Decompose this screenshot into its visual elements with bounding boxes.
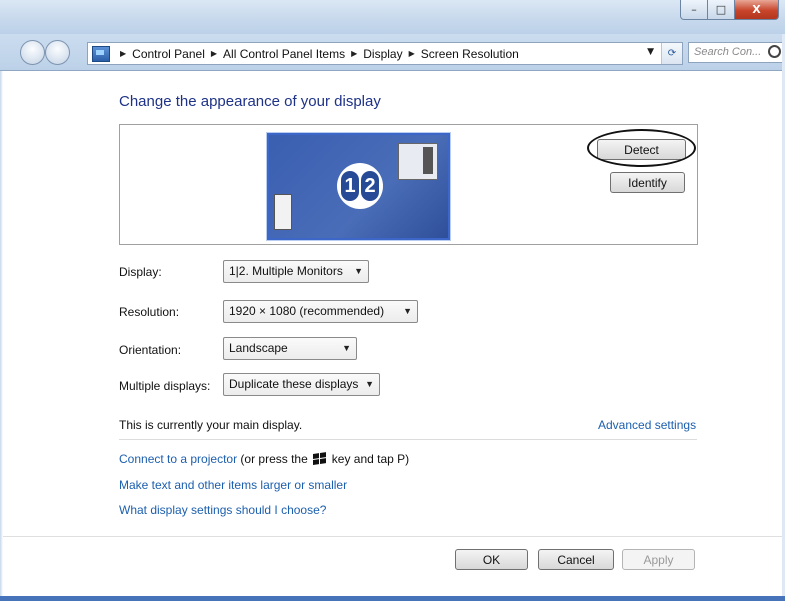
- refresh-icon[interactable]: ⟳: [661, 43, 682, 64]
- address-bar[interactable]: ▶ Control Panel ▶ All Control Panel Item…: [87, 42, 683, 65]
- chevron-down-icon: ▼: [403, 306, 412, 316]
- connect-projector-link[interactable]: Connect to a projector: [119, 452, 237, 466]
- text-size-link[interactable]: Make text and other items larger or smal…: [119, 478, 347, 492]
- chevron-down-icon: ▼: [354, 266, 363, 276]
- projector-text-before: (or press the: [240, 452, 308, 466]
- chevron-down-icon: ▼: [342, 343, 351, 353]
- window-thumbnail-icon: [398, 143, 438, 180]
- cancel-button[interactable]: Cancel: [538, 549, 614, 570]
- detect-highlight-ellipse: [587, 129, 696, 167]
- monitor-number-badge: 12: [337, 163, 383, 209]
- navigation-bar: ▶ Control Panel ▶ All Control Panel Item…: [0, 34, 785, 71]
- projector-line: Connect to a projector (or press the key…: [119, 452, 409, 466]
- resolution-label: Resolution:: [119, 305, 180, 319]
- forward-button[interactable]: [45, 40, 70, 65]
- window-bottom-border: [0, 596, 785, 601]
- control-panel-icon: [92, 45, 110, 62]
- main-display-note: This is currently your main display.: [119, 418, 303, 432]
- close-button[interactable]: X: [735, 0, 779, 20]
- chevron-down-icon: ▼: [365, 379, 374, 389]
- display-help-link[interactable]: What display settings should I choose?: [119, 503, 326, 517]
- orientation-select[interactable]: Landscape ▼: [223, 337, 357, 360]
- window-left-border: [0, 71, 3, 601]
- minimize-button[interactable]: –: [680, 0, 708, 20]
- breadcrumb-all-items[interactable]: All Control Panel Items: [223, 47, 345, 61]
- monitor-number-2: 2: [361, 171, 379, 201]
- multiple-displays-select[interactable]: Duplicate these displays ▼: [223, 373, 380, 396]
- footer-divider: [3, 536, 782, 537]
- breadcrumb-control-panel[interactable]: Control Panel: [132, 47, 205, 61]
- windows-key-icon: [312, 452, 327, 466]
- identify-button[interactable]: Identify: [610, 172, 685, 193]
- resolution-select[interactable]: 1920 × 1080 (recommended) ▼: [223, 300, 418, 323]
- projector-text-after: key and tap P): [331, 452, 410, 466]
- breadcrumb: ▶ Control Panel ▶ All Control Panel Item…: [114, 47, 519, 61]
- apply-button[interactable]: Apply: [622, 549, 695, 570]
- breadcrumb-separator-icon: ▶: [210, 49, 218, 58]
- display-label: Display:: [119, 265, 162, 279]
- search-icon[interactable]: [768, 45, 781, 58]
- resolution-select-value: 1920 × 1080 (recommended): [229, 304, 385, 318]
- multiple-displays-label: Multiple displays:: [119, 379, 211, 393]
- search-input[interactable]: Search Con...: [688, 42, 784, 63]
- monitor-number-1: 1: [341, 171, 359, 201]
- maximize-button[interactable]: □: [708, 0, 735, 20]
- breadcrumb-screen-resolution[interactable]: Screen Resolution: [421, 47, 519, 61]
- search-placeholder: Search Con...: [694, 46, 762, 58]
- breadcrumb-display[interactable]: Display: [363, 47, 402, 61]
- orientation-select-value: Landscape: [229, 341, 288, 355]
- advanced-settings-link[interactable]: Advanced settings: [598, 418, 696, 432]
- title-bar: – □ X: [0, 0, 785, 34]
- address-dropdown-icon[interactable]: ▼: [647, 47, 654, 57]
- ok-button[interactable]: OK: [455, 549, 528, 570]
- window-controls: – □ X: [680, 0, 779, 20]
- breadcrumb-separator-icon: ▶: [408, 49, 415, 58]
- divider: [119, 439, 697, 440]
- display-select-value: 1|2. Multiple Monitors: [229, 264, 343, 278]
- page-title: Change the appearance of your display: [119, 93, 381, 110]
- screen-resolution-window: – □ X ▶ Control Panel ▶ All Control Pane…: [0, 0, 785, 601]
- back-button[interactable]: [20, 40, 45, 65]
- breadcrumb-separator-icon: ▶: [120, 49, 127, 58]
- breadcrumb-separator-icon: ▶: [351, 49, 358, 58]
- multiple-displays-select-value: Duplicate these displays: [229, 377, 359, 391]
- display-select[interactable]: 1|2. Multiple Monitors ▼: [223, 260, 369, 283]
- orientation-label: Orientation:: [119, 343, 182, 357]
- window-thumbnail-icon: [274, 194, 292, 230]
